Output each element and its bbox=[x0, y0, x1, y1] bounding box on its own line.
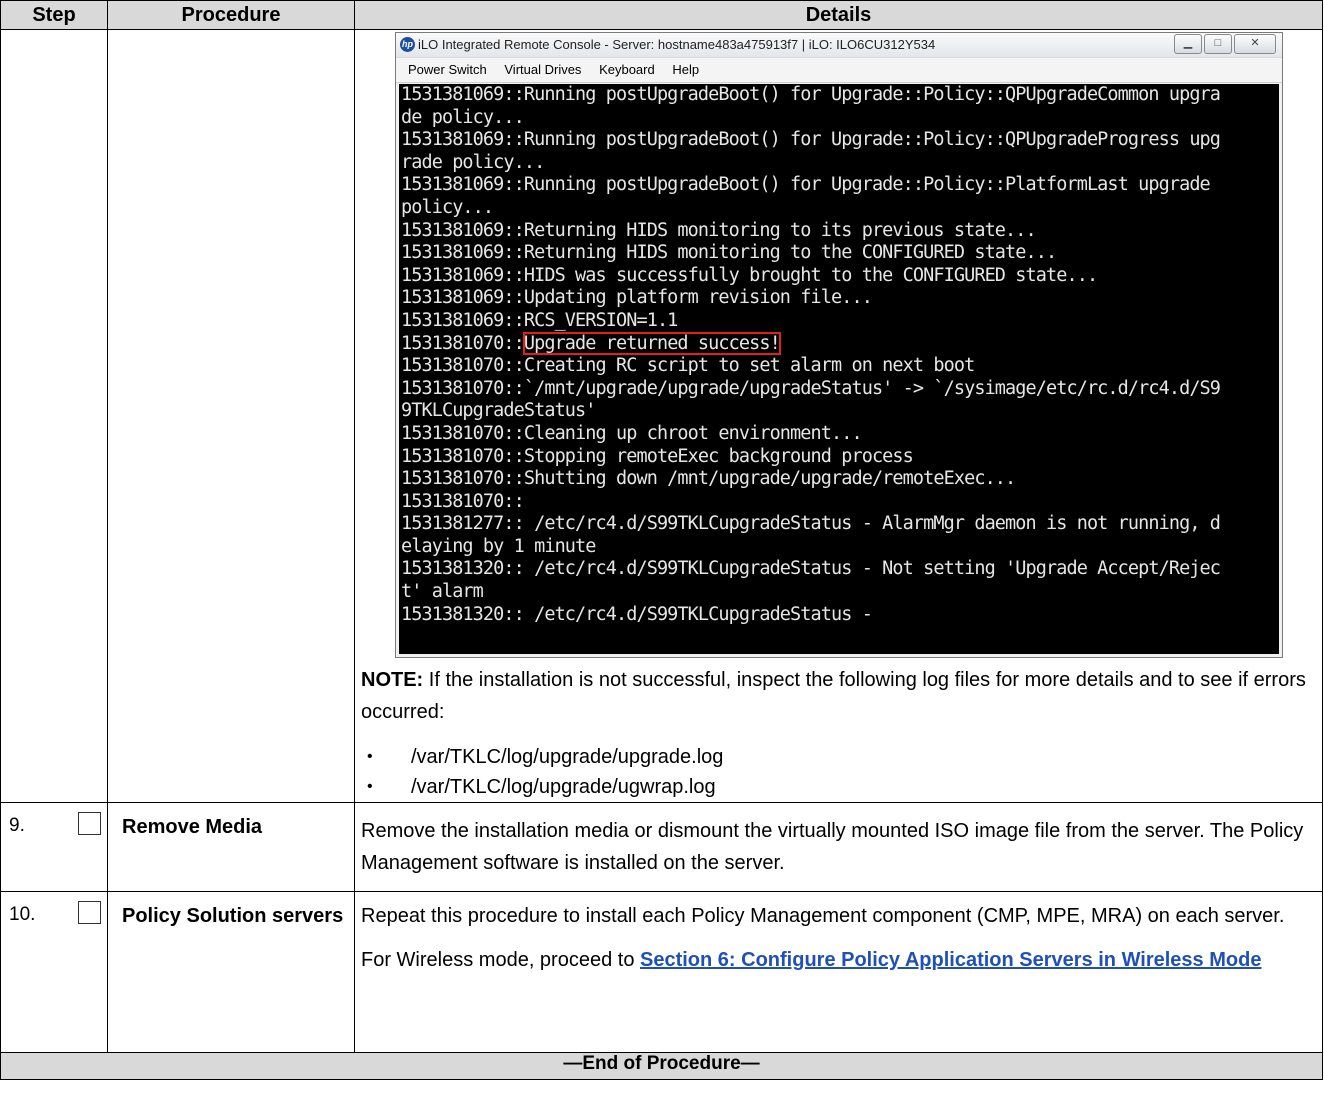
console-line: 1531381069::RCS_VERSION=1.1 bbox=[401, 309, 678, 331]
note-paragraph: NOTE: If the installation is not success… bbox=[361, 664, 1318, 728]
success-highlight: Upgrade returned success! bbox=[522, 331, 781, 355]
console-line: 1531381069::Updating platform revision f… bbox=[401, 287, 873, 309]
console-line: 1531381070:: bbox=[401, 490, 525, 512]
ilo-menu-bar: Power Switch Virtual Drives Keyboard Hel… bbox=[396, 57, 1282, 83]
console-line: 1531381070::Upgrade returned success! bbox=[401, 331, 1279, 356]
procedure-name: Remove Media bbox=[107, 802, 355, 892]
menu-power-switch[interactable]: Power Switch bbox=[408, 62, 487, 77]
details-cell: Remove the installation media or dismoun… bbox=[354, 802, 1323, 892]
note-text: If the installation is not successful, i… bbox=[361, 669, 1306, 723]
procedure-name: Policy Solution servers bbox=[107, 891, 355, 1053]
console-line: 1531381277:: /etc/rc4.d/S99TKLCupgradeSt… bbox=[401, 513, 1221, 535]
step-checkbox[interactable] bbox=[78, 901, 101, 924]
console-line: 1531381320:: /etc/rc4.d/S99TKLCupgradeSt… bbox=[401, 603, 873, 625]
console-line: 1531381070::Cleaning up chroot environme… bbox=[401, 422, 863, 444]
console-line: 1531381069::Running postUpgradeBoot() fo… bbox=[401, 84, 1221, 105]
console-line: 1531381069::Returning HIDS monitoring to… bbox=[401, 242, 1057, 264]
console-line-prefix: 1531381070:: bbox=[401, 332, 525, 354]
table-header-row: Step Procedure Details bbox=[0, 0, 1323, 30]
note-label: NOTE: bbox=[361, 669, 424, 691]
minimize-icon[interactable]: ▁ bbox=[1174, 34, 1202, 54]
table-row: 9. Remove Media Remove the installation … bbox=[0, 802, 1323, 892]
step-checkbox[interactable] bbox=[78, 812, 101, 835]
step-number: 10. bbox=[9, 904, 36, 925]
step-details-next: For Wireless mode, proceed to Section 6:… bbox=[361, 944, 1318, 976]
step-cell-empty bbox=[0, 29, 108, 803]
details-cell: hp iLO Integrated Remote Console - Serve… bbox=[354, 29, 1323, 803]
end-of-procedure: —End of Procedure— bbox=[0, 1052, 1323, 1080]
console-line: 1531381069::Returning HIDS monitoring to… bbox=[401, 219, 1037, 241]
console-line: rade policy... bbox=[401, 151, 545, 173]
log-file-list: /var/TKLC/log/upgrade/upgrade.log /var/T… bbox=[361, 742, 1318, 802]
ilo-title-bar: hp iLO Integrated Remote Console - Serve… bbox=[396, 33, 1282, 57]
menu-help[interactable]: Help bbox=[672, 62, 699, 77]
step-cell: 10. bbox=[0, 891, 108, 1053]
console-line: 1531381320:: /etc/rc4.d/S99TKLCupgradeSt… bbox=[401, 558, 1221, 580]
close-icon[interactable]: ✕ bbox=[1234, 34, 1276, 54]
console-line: 9TKLCupgradeStatus' bbox=[401, 400, 596, 422]
ilo-console-window: hp iLO Integrated Remote Console - Serve… bbox=[395, 32, 1283, 658]
details-cell: Repeat this procedure to install each Po… bbox=[354, 891, 1323, 1053]
header-details: Details bbox=[354, 0, 1323, 30]
hp-logo-icon: hp bbox=[400, 37, 415, 52]
console-line: 1531381070::Creating RC script to set al… bbox=[401, 355, 975, 377]
list-item: /var/TKLC/log/upgrade/upgrade.log bbox=[367, 742, 1318, 772]
console-line: 1531381070::Stopping remoteExec backgrou… bbox=[401, 445, 914, 467]
console-line: 1531381069::Running postUpgradeBoot() fo… bbox=[401, 129, 1221, 151]
console-line: elaying by 1 minute bbox=[401, 535, 596, 557]
step-number: 9. bbox=[9, 815, 25, 836]
procedure-cell-empty bbox=[107, 29, 355, 803]
ilo-window-title: iLO Integrated Remote Console - Server: … bbox=[418, 37, 936, 52]
step-details: Repeat this procedure to install each Po… bbox=[361, 905, 1285, 927]
console-screen[interactable]: 1531381069::Running postUpgradeBoot() fo… bbox=[399, 84, 1279, 654]
menu-keyboard[interactable]: Keyboard bbox=[599, 62, 655, 77]
table-row: hp iLO Integrated Remote Console - Serve… bbox=[0, 29, 1323, 803]
window-controls: ▁ □ ✕ bbox=[1174, 34, 1276, 54]
maximize-icon[interactable]: □ bbox=[1204, 34, 1232, 54]
list-item: /var/TKLC/log/upgrade/ugwrap.log bbox=[367, 772, 1318, 802]
end-of-procedure-row: —End of Procedure— bbox=[0, 1052, 1323, 1080]
console-output: 1531381069::Running postUpgradeBoot() fo… bbox=[399, 84, 1279, 626]
step-cell: 9. bbox=[0, 802, 108, 892]
header-step: Step bbox=[0, 0, 108, 30]
section-6-link[interactable]: Section 6: Configure Policy Application … bbox=[640, 949, 1261, 971]
step-details: Remove the installation media or dismoun… bbox=[361, 820, 1304, 874]
console-line: de policy... bbox=[401, 106, 525, 128]
next-step-text: For Wireless mode, proceed to bbox=[361, 949, 640, 971]
console-line: 1531381070::Shutting down /mnt/upgrade/u… bbox=[401, 468, 1016, 490]
console-line: 1531381069::Running postUpgradeBoot() fo… bbox=[401, 174, 1211, 196]
console-line: 1531381069::HIDS was successfully brough… bbox=[401, 264, 1098, 286]
header-procedure: Procedure bbox=[107, 0, 355, 30]
table-row: 10. Policy Solution servers Repeat this … bbox=[0, 891, 1323, 1053]
console-line: 1531381070::`/mnt/upgrade/upgrade/upgrad… bbox=[401, 377, 1221, 399]
console-line: t' alarm bbox=[401, 581, 484, 603]
procedure-table: Step Procedure Details hp iLO Integrated… bbox=[0, 0, 1323, 1080]
menu-virtual-drives[interactable]: Virtual Drives bbox=[504, 62, 581, 77]
console-line: policy... bbox=[401, 196, 494, 218]
